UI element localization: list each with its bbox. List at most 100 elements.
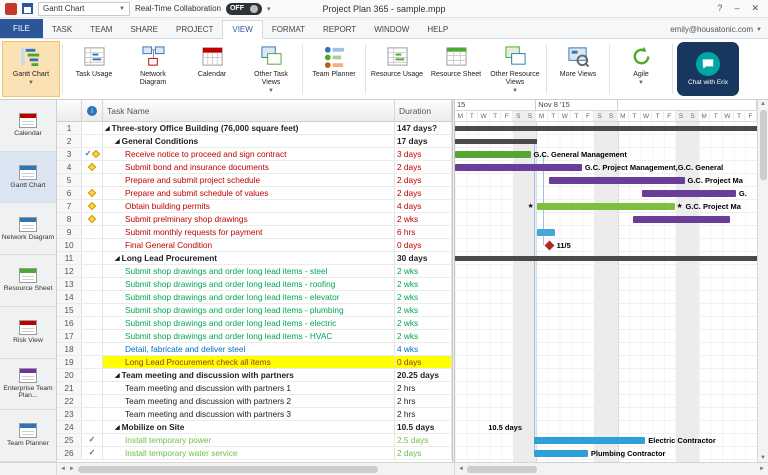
table-row[interactable]: 26✓Install temporary water service2 days (57, 447, 452, 460)
table-row[interactable]: 2◢General Conditions17 days (57, 135, 452, 148)
quick-access-arrow-icon[interactable]: ▾ (267, 5, 271, 13)
milestone-diamond-icon[interactable] (544, 241, 554, 251)
duration-cell: 147 days? (395, 122, 452, 134)
minimize-button[interactable]: – (734, 3, 739, 14)
tab-share[interactable]: SHARE (121, 21, 167, 38)
table-row[interactable]: 13Submit shop drawings and order long le… (57, 278, 452, 291)
save-icon[interactable] (22, 3, 33, 14)
account-menu[interactable]: emily@housatonic.com ▼ (670, 25, 768, 38)
tab-task[interactable]: TASK (43, 21, 81, 38)
task-name-header[interactable]: Task Name (103, 100, 395, 121)
sidebar-item-enterprise-team-plan-[interactable]: Enterprise Team Plan... (0, 359, 56, 411)
indicator-header[interactable]: i (82, 100, 103, 121)
sidebar-item-resource-sheet[interactable]: Resource Sheet (0, 255, 56, 307)
view-selector-dropdown[interactable]: Gantt Chart ▼ (38, 2, 130, 16)
summary-bar[interactable] (455, 256, 757, 261)
expand-triangle-icon[interactable]: ◢ (115, 255, 120, 262)
table-row[interactable]: 10Final General Condition0 days (57, 239, 452, 252)
tab-help[interactable]: HELP (418, 21, 457, 38)
scroll-left-icon[interactable]: ◄ (458, 466, 464, 472)
task-bar[interactable] (633, 216, 730, 223)
task-bar[interactable] (534, 437, 646, 444)
expand-triangle-icon[interactable]: ◢ (115, 372, 120, 379)
resource-usage-button[interactable]: Resource Usage (368, 41, 426, 97)
chart-scroll-thumb[interactable] (467, 466, 537, 473)
other-task-views-button[interactable]: Other Task Views▼ (242, 41, 300, 97)
scroll-down-icon[interactable]: ▼ (760, 455, 766, 461)
table-row[interactable]: 9Submit monthly requests for payment6 hr… (57, 226, 452, 239)
table-row[interactable]: 4Submit bond and insurance documents2 da… (57, 161, 452, 174)
tab-view[interactable]: VIEW (222, 20, 262, 39)
table-row[interactable]: 6Prepare and submit schedule of values2 … (57, 187, 452, 200)
task-usage-button[interactable]: Task Usage (65, 41, 123, 97)
table-row[interactable]: 19Long Lead Procurement check all items0… (57, 356, 452, 369)
sidebar-item-risk-view[interactable]: Risk View (0, 307, 56, 359)
agile-button[interactable]: Agile▼ (612, 41, 670, 97)
table-row[interactable]: 20◢Team meeting and discussion with part… (57, 369, 452, 382)
tab-window[interactable]: WINDOW (365, 21, 418, 38)
gantt-chart-button[interactable]: Gantt Chart▼ (2, 41, 60, 97)
expand-triangle-icon[interactable]: ◢ (115, 138, 120, 145)
help-button[interactable]: ? (717, 3, 722, 14)
table-row[interactable]: 3✓Receive notice to proceed and sign con… (57, 148, 452, 161)
close-button[interactable]: ✕ (751, 3, 759, 14)
table-row[interactable]: 14Submit shop drawings and order long le… (57, 291, 452, 304)
expand-triangle-icon[interactable]: ◢ (105, 125, 110, 132)
timescale-segment (618, 100, 757, 110)
chart-horizontal-scrollbar[interactable]: ◄ ► (455, 463, 768, 475)
tab-report[interactable]: REPORT (314, 21, 365, 38)
chat-with-erix-button[interactable]: Chat with Erix (677, 42, 739, 96)
table-row[interactable]: 24◢Mobilize on Site10.5 days (57, 421, 452, 434)
summary-bar[interactable] (455, 139, 537, 144)
vertical-scroll-thumb[interactable] (760, 110, 767, 180)
sidebar-item-calendar[interactable]: Calendar (0, 100, 56, 152)
table-scroll-thumb[interactable] (78, 466, 378, 473)
tab-format[interactable]: FORMAT (263, 21, 314, 38)
calendar-button[interactable]: Calendar (183, 41, 241, 97)
network-diagram-button[interactable]: Network Diagram (124, 41, 182, 97)
task-bar[interactable] (537, 229, 555, 236)
resource-sheet-button[interactable]: Resource Sheet (427, 41, 485, 97)
table-row[interactable]: 25✓Install temporary power2.5 days (57, 434, 452, 447)
vertical-scrollbar[interactable]: ▲ ▼ (757, 100, 768, 462)
table-horizontal-scrollbar[interactable]: ◄ ► (57, 463, 455, 475)
sidebar-item-gantt-chart[interactable]: Gantt Chart (0, 152, 56, 204)
table-row[interactable]: 1◢Three-story Office Building (76,000 sq… (57, 122, 452, 135)
table-row[interactable]: 11◢Long Lead Procurement30 days (57, 252, 452, 265)
more-views-button[interactable]: More Views (549, 41, 607, 97)
collaboration-toggle[interactable]: OFF (226, 3, 262, 15)
table-row[interactable]: 7Obtain building permits4 days (57, 200, 452, 213)
table-row[interactable]: 8Submit prelminary shop drawings2 wks (57, 213, 452, 226)
table-row[interactable]: 21Team meeting and discussion with partn… (57, 382, 452, 395)
task-bar[interactable] (549, 177, 685, 184)
table-row[interactable]: 22Team meeting and discussion with partn… (57, 395, 452, 408)
task-bar[interactable] (537, 203, 676, 210)
table-row[interactable]: 15Submit shop drawings and order long le… (57, 304, 452, 317)
table-row[interactable]: 23Team meeting and discussion with partn… (57, 408, 452, 421)
scroll-left-icon[interactable]: ◄ (60, 466, 66, 472)
sidebar-item-network-diagram[interactable]: Network Diagram (0, 203, 56, 255)
table-row[interactable]: 16Submit shop drawings and order long le… (57, 317, 452, 330)
task-bar[interactable] (455, 164, 582, 171)
summary-bar[interactable] (455, 126, 757, 131)
scroll-right-icon[interactable]: ► (759, 466, 765, 472)
task-bar[interactable] (455, 151, 531, 158)
row-number-header[interactable] (57, 100, 82, 121)
task-bar[interactable] (642, 190, 736, 197)
completed-check-icon: ✓ (85, 150, 92, 158)
table-row[interactable]: 5Prepare and submit project schedule2 da… (57, 174, 452, 187)
tab-project[interactable]: PROJECT (167, 21, 222, 38)
tab-file[interactable]: FILE (0, 19, 43, 38)
table-row[interactable]: 17Submit shop drawings and order long le… (57, 330, 452, 343)
table-row[interactable]: 18Detail, fabricate and deliver steel4 w… (57, 343, 452, 356)
duration-header[interactable]: Duration (395, 100, 452, 121)
scroll-up-icon[interactable]: ▲ (760, 101, 766, 107)
scroll-right-icon[interactable]: ► (69, 466, 75, 472)
task-bar[interactable] (534, 450, 588, 457)
table-row[interactable]: 12Submit shop drawings and order long le… (57, 265, 452, 278)
sidebar-item-team-planner[interactable]: Team Planner (0, 410, 56, 462)
other-resource-views-button[interactable]: Other Resource Views▼ (486, 41, 544, 97)
team-planner-button[interactable]: Team Planner (305, 41, 363, 97)
expand-triangle-icon[interactable]: ◢ (115, 424, 120, 431)
tab-team[interactable]: TEAM (81, 21, 121, 38)
